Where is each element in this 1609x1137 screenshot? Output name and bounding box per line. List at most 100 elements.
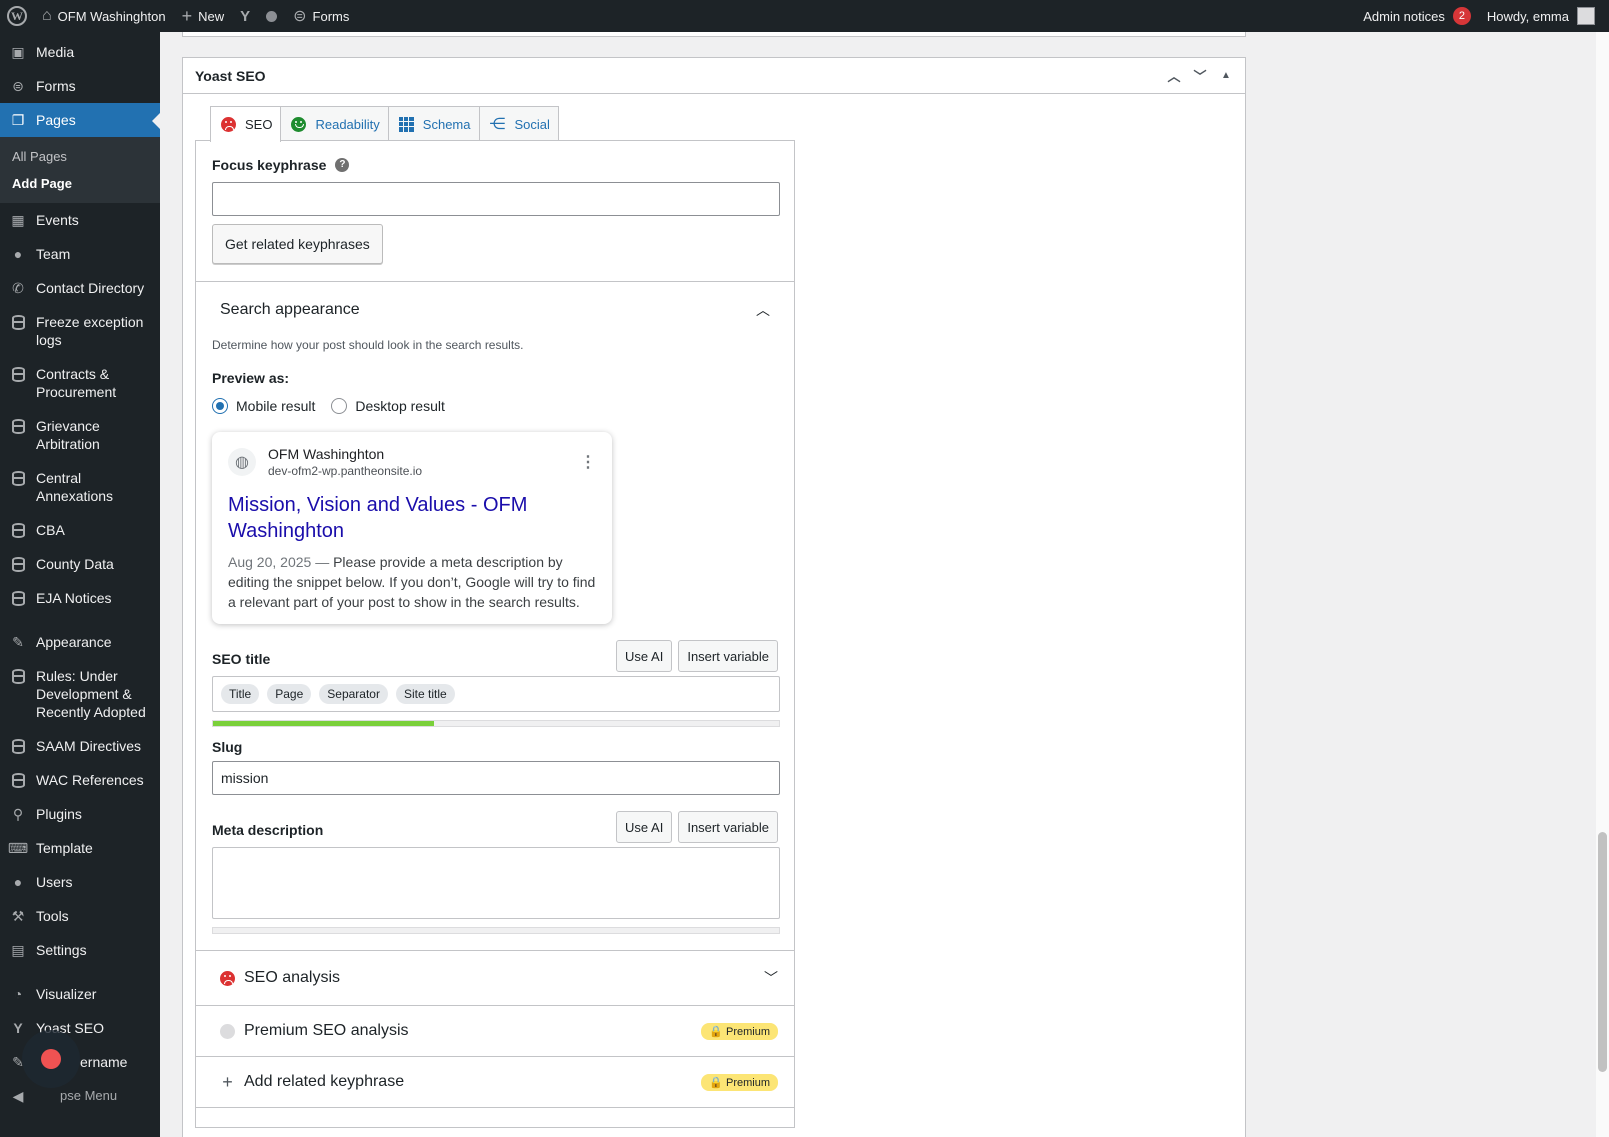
premium-seo-analysis-toggle[interactable]: Premium SEO analysis 🔒 Premium	[196, 1005, 794, 1056]
tab-social[interactable]: ⋲ Social	[478, 106, 559, 141]
meta-use-ai-button[interactable]: Use AI	[616, 811, 673, 843]
my-account-link[interactable]: Howdy, emma	[1479, 0, 1609, 32]
grey-bullet-icon	[220, 1023, 235, 1039]
premium-badge: 🔒 Premium	[701, 1022, 778, 1040]
menu-item-settings[interactable]: ▤ Settings	[0, 933, 160, 967]
new-content-link[interactable]: + New	[174, 0, 233, 32]
seo-title-insert-variable-button[interactable]: Insert variable	[678, 640, 778, 672]
submenu-add-page[interactable]: Add Page	[0, 170, 160, 197]
add-related-keyphrase-toggle[interactable]: + Add related keyphrase 🔒 Premium	[196, 1056, 794, 1107]
preview-description-block: Aug 20, 2025 — Please provide a meta des…	[228, 552, 596, 612]
slug-input[interactable]: mission	[212, 761, 780, 795]
menu-item-rules[interactable]: Rules: Under Development & Recently Adop…	[0, 659, 160, 729]
forms-adminbar-link[interactable]: ⊜ Forms	[285, 0, 357, 32]
admin-bar: W ⌂ OFM Washinghton + New Y ⊜ Forms Admi…	[0, 0, 1609, 32]
toggle-panel-icon[interactable]: ▲	[1213, 70, 1239, 81]
plus-icon: +	[181, 5, 193, 26]
wrench-icon: ⚒	[11, 908, 25, 924]
share-icon: ⋲	[489, 116, 506, 133]
menu-item-grievance[interactable]: Grievance Arbitration	[0, 409, 160, 461]
mobile-result-label[interactable]: Mobile result	[236, 398, 315, 414]
get-related-keyphrases-button[interactable]: Get related keyphrases	[212, 224, 383, 264]
database-icon	[10, 521, 26, 539]
menu-item-county-data[interactable]: County Data	[0, 547, 160, 581]
seo-title-input[interactable]: Title Page Separator Site title	[212, 676, 780, 712]
user-icon: ●	[13, 874, 23, 890]
record-button[interactable]	[22, 1030, 80, 1088]
tab-readability[interactable]: Readability	[280, 106, 389, 141]
collapse-menu-button[interactable]: ◀ pse Menu	[0, 1079, 160, 1113]
menu-item-yoast-seo[interactable]: Y Yoast SEO	[0, 1011, 160, 1045]
menu-item-contracts[interactable]: Contracts & Procurement	[0, 357, 160, 409]
move-down-icon[interactable]: ﹀	[1187, 66, 1213, 85]
variable-pill: Separator	[319, 684, 388, 704]
desktop-result-radio[interactable]	[331, 398, 348, 414]
next-section-edge	[196, 1107, 794, 1127]
menu-item-template[interactable]: ⌨ Template	[0, 831, 160, 865]
tab-schema[interactable]: Schema	[387, 106, 480, 141]
database-icon	[10, 667, 26, 685]
menu-item-cba[interactable]: CBA	[0, 513, 160, 547]
database-icon	[10, 365, 26, 383]
chevron-down-icon: ﹀	[764, 970, 778, 986]
seo-analysis-toggle[interactable]: SEO analysis ﹀	[196, 950, 794, 1005]
team-icon: ●	[13, 246, 23, 262]
meta-insert-variable-button[interactable]: Insert variable	[678, 811, 778, 843]
pages-icon: ❐	[11, 112, 25, 128]
scrollbar-thumb[interactable]	[1598, 832, 1607, 1072]
database-icon	[10, 469, 26, 487]
menu-item-contact-directory[interactable]: ✆ Contact Directory	[0, 271, 160, 305]
help-icon[interactable]: ?	[335, 158, 350, 172]
menu-item-pages[interactable]: ❐ Pages	[0, 103, 160, 137]
site-name-link[interactable]: ⌂ OFM Washinghton	[34, 0, 174, 32]
menu-item-plugins[interactable]: ⚲ Plugins	[0, 797, 160, 831]
yoast-icon: Y	[13, 1020, 23, 1036]
wordpress-logo-icon[interactable]: W	[0, 0, 34, 32]
focus-keyphrase-input[interactable]	[212, 182, 780, 216]
database-icon	[10, 589, 26, 607]
seo-title-label: SEO title	[212, 651, 271, 667]
menu-item-visualizer[interactable]: ◔ Visualizer	[0, 977, 160, 1011]
menu-item-tools[interactable]: ⚒ Tools	[0, 899, 160, 933]
home-icon: ⌂	[42, 7, 52, 24]
tab-seo[interactable]: SEO	[210, 106, 282, 142]
meta-description-progress	[212, 927, 780, 934]
admin-notices-link[interactable]: Admin notices 2	[1355, 0, 1479, 32]
mobile-result-radio[interactable]	[212, 398, 228, 414]
submenu-all-pages[interactable]: All Pages	[0, 143, 160, 170]
yoast-adminbar-link[interactable]: Y	[232, 0, 258, 32]
preview-dash: —	[315, 554, 330, 570]
menu-item-users[interactable]: ● Users	[0, 865, 160, 899]
menu-item-saam[interactable]: SAAM Directives	[0, 729, 160, 763]
menu-item-wac[interactable]: WAC References	[0, 763, 160, 797]
seo-title-use-ai-button[interactable]: Use AI	[616, 640, 673, 672]
menu-item-events[interactable]: ▦ Events	[0, 203, 160, 237]
menu-item-forms[interactable]: ⊜ Forms	[0, 69, 160, 103]
menu-item-freeze-exception[interactable]: Freeze exception logs	[0, 305, 160, 357]
menu-item-eja-notices[interactable]: EJA Notices	[0, 581, 160, 615]
meta-description-label: Meta description	[212, 822, 324, 838]
database-icon	[10, 737, 26, 755]
search-appearance-description: Determine how your post should look in t…	[212, 338, 524, 352]
page-scrollbar[interactable]	[1596, 32, 1609, 1137]
menu-item-team[interactable]: ● Team	[0, 237, 160, 271]
phone-icon: ✆	[12, 280, 24, 296]
more-vert-icon: ⋮	[580, 454, 596, 471]
search-appearance-toggle[interactable]: Search appearance ︿	[196, 282, 794, 338]
seo-title-progress	[212, 720, 780, 727]
meta-description-input[interactable]	[212, 847, 780, 919]
menu-item-appearance[interactable]: ✎ Appearance	[0, 625, 160, 659]
main-content: Yoast SEO ︿ ﹀ ▲ SEO Readability Schema ⋲	[160, 32, 1609, 1137]
sad-face-icon	[221, 117, 236, 132]
desktop-result-label[interactable]: Desktop result	[355, 398, 444, 414]
status-dot-link[interactable]	[258, 0, 285, 32]
move-up-icon[interactable]: ︿	[1161, 66, 1187, 85]
grid-icon	[398, 116, 414, 132]
preview-as-label: Preview as:	[212, 370, 290, 386]
preview-title[interactable]: Mission, Vision and Values - OFM Washing…	[228, 492, 596, 544]
avatar	[1577, 7, 1595, 25]
chevron-up-icon: ︿	[756, 302, 770, 318]
menu-item-central-annexations[interactable]: Central Annexations	[0, 461, 160, 513]
menu-item-media[interactable]: ▣ Media	[0, 32, 160, 69]
media-icon: ▣	[11, 44, 25, 60]
